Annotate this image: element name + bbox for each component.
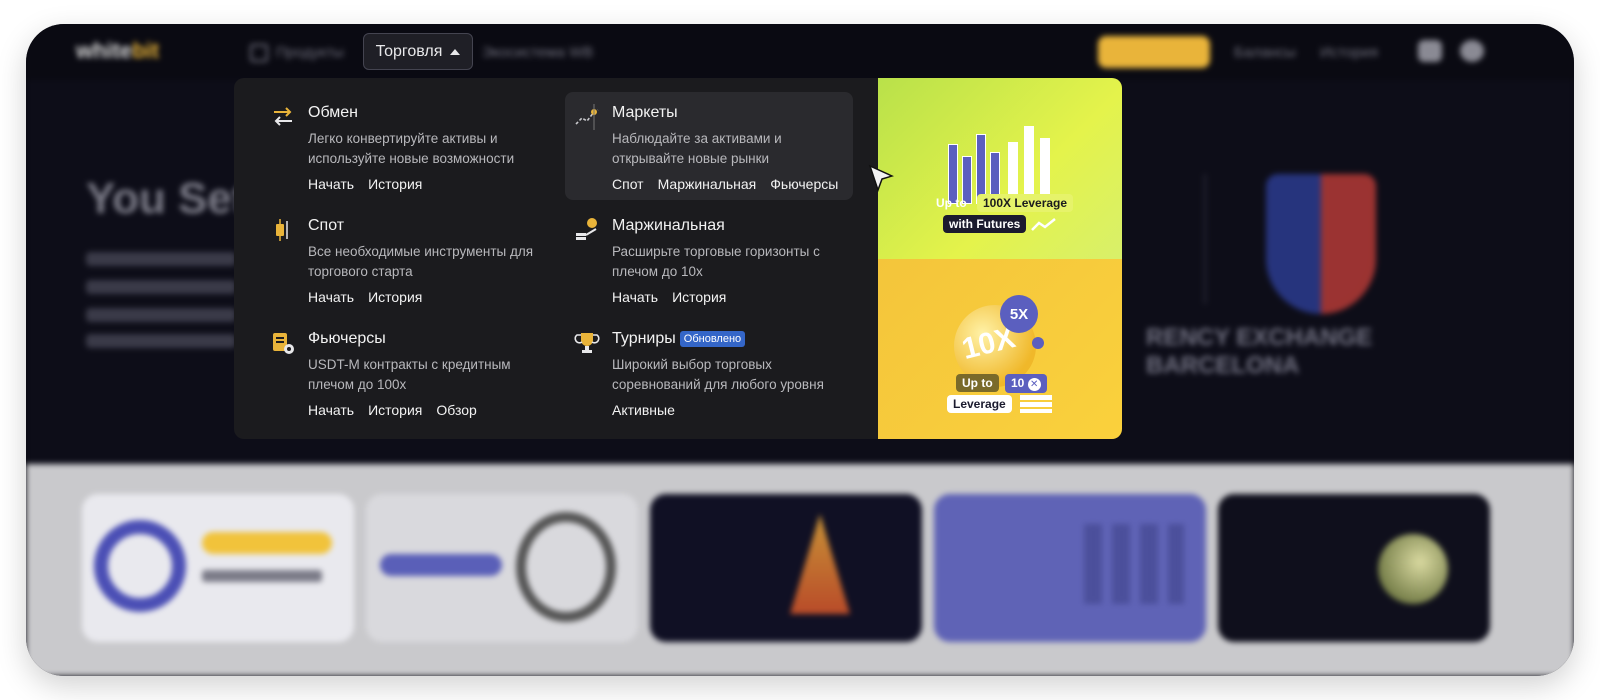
- promo-card[interactable]: [366, 494, 638, 642]
- app-window: You Set RENCY EXCHANGE BARCELONA whitebit…: [26, 24, 1574, 676]
- futures-doc-icon: [273, 333, 294, 354]
- caret-up-icon: [450, 48, 461, 55]
- nav-history[interactable]: История: [1320, 44, 1378, 61]
- mouse-cursor-icon: [868, 164, 894, 193]
- link-history[interactable]: История: [368, 289, 422, 305]
- market-chart-icon: [575, 104, 599, 130]
- stack-icon: [1020, 395, 1052, 413]
- futures-promo-banner[interactable]: Up to 100X Leverage with Futures: [878, 78, 1122, 259]
- with-futures-pill: with Futures: [943, 215, 1027, 233]
- promo-card[interactable]: [934, 494, 1206, 642]
- link-start[interactable]: Начать: [612, 289, 658, 305]
- menu-item-markets[interactable]: Маркеты Наблюдайте за активами и открыва…: [574, 104, 862, 194]
- link-start[interactable]: Начать: [308, 289, 354, 305]
- margin-coins-icon: [576, 218, 597, 240]
- logo-main: white: [76, 38, 133, 63]
- menu-item-desc: Легко конвертируйте активы и используйте…: [308, 131, 515, 166]
- club-crest: [1266, 174, 1376, 314]
- link-history[interactable]: История: [368, 176, 422, 192]
- up-to-label: Up to: [936, 196, 967, 210]
- link-margin[interactable]: Маржинальная: [658, 176, 757, 192]
- menu-item-desc: Широкий выбор торговых соревнований для …: [612, 357, 824, 392]
- menu-item-title: Спот: [308, 217, 345, 234]
- trophy-icon: [574, 333, 600, 353]
- bubble-dot: [1032, 337, 1044, 349]
- leverage-pill: 100X Leverage: [977, 194, 1074, 212]
- club-partner-text: RENCY EXCHANGE BARCELONA: [1146, 324, 1373, 379]
- hero-text-line: [86, 308, 236, 322]
- nav-products[interactable]: Продукты: [250, 44, 344, 63]
- link-overview[interactable]: Обзор: [436, 402, 476, 418]
- hero-text-line: [86, 334, 236, 348]
- swap-arrows-icon: [274, 107, 292, 126]
- menu-item-tournaments[interactable]: Турниры Обновлено Широкий выбор торговых …: [574, 330, 862, 420]
- link-futures[interactable]: Фьючерсы: [770, 176, 838, 192]
- link-start[interactable]: Начать: [308, 402, 354, 418]
- hero-divider: [1204, 174, 1206, 304]
- margin-promo-banner[interactable]: 10X 5X Up to 10 ✕ Leverage: [878, 259, 1122, 439]
- menu-item-title: Маркеты: [612, 104, 678, 121]
- logo[interactable]: whitebit: [76, 38, 159, 64]
- leverage-label: Leverage: [947, 395, 1012, 413]
- promo-card[interactable]: [650, 494, 922, 642]
- nav-balances[interactable]: Балансы: [1234, 44, 1296, 61]
- leverage-value-pill: 10 ✕: [1005, 374, 1047, 393]
- menu-item-title: Маржинальная: [612, 217, 725, 234]
- updated-badge: Обновлено: [679, 330, 746, 347]
- link-history[interactable]: История: [368, 402, 422, 418]
- link-history[interactable]: История: [672, 289, 726, 305]
- menu-item-title-text: Турниры: [612, 330, 676, 347]
- deposit-button[interactable]: [1098, 36, 1210, 68]
- candlestick-icon: [276, 219, 288, 241]
- nav-products-label: Продукты: [276, 44, 344, 61]
- hero-text-line: [86, 252, 236, 266]
- menu-item-desc: Расширьте торговые горизонты с плечом до…: [612, 244, 820, 279]
- link-spot[interactable]: Спот: [612, 176, 644, 192]
- settings-icon[interactable]: [1460, 40, 1484, 62]
- up-to-label: Up to: [956, 374, 999, 392]
- menu-item-title: Фьючерсы: [308, 330, 386, 347]
- candles-illustration: [948, 104, 1058, 204]
- grid-icon: [250, 44, 268, 63]
- menu-item-margin[interactable]: Маржинальная Расширьте торговые горизонт…: [574, 217, 862, 307]
- menu-item-futures[interactable]: Фьючерсы USDT-M контракты с кредитным пл…: [270, 330, 558, 420]
- nav-trading-tab[interactable]: Торговля: [363, 33, 473, 70]
- hero-text-line: [86, 280, 236, 294]
- trend-up-icon: [1031, 218, 1056, 231]
- profile-icon[interactable]: [1418, 40, 1442, 62]
- menu-item-desc: Наблюдайте за активами и открывайте новы…: [612, 131, 782, 166]
- small-leverage-badge: 5X: [1000, 295, 1038, 333]
- menu-item-desc: Все необходимые инструменты для торговог…: [308, 244, 534, 279]
- menu-item-spot[interactable]: Спот Все необходимые инструменты для тор…: [270, 217, 558, 307]
- menu-item-title: Обмен: [308, 104, 358, 121]
- link-start[interactable]: Начать: [308, 176, 354, 192]
- menu-item-exchange[interactable]: Обмен Легко конвертируйте активы и испол…: [270, 104, 558, 194]
- nav-ecosystem[interactable]: Экосистема WB: [482, 44, 593, 61]
- nav-trading-label: Торговля: [375, 42, 443, 60]
- menu-item-title: Турниры Обновлено: [612, 330, 746, 348]
- trading-dropdown: Обмен Легко конвертируйте активы и испол…: [234, 78, 1122, 439]
- close-x-icon: ✕: [1027, 378, 1041, 391]
- hero-title: You Set: [86, 174, 247, 223]
- promo-card[interactable]: [1218, 494, 1490, 642]
- leverage-value: 10: [1011, 376, 1025, 390]
- link-active[interactable]: Активные: [612, 402, 675, 418]
- promo-card[interactable]: [82, 494, 354, 642]
- logo-accent: bit: [132, 38, 160, 63]
- menu-item-desc: USDT-M контракты с кредитным плечом до 1…: [308, 357, 511, 392]
